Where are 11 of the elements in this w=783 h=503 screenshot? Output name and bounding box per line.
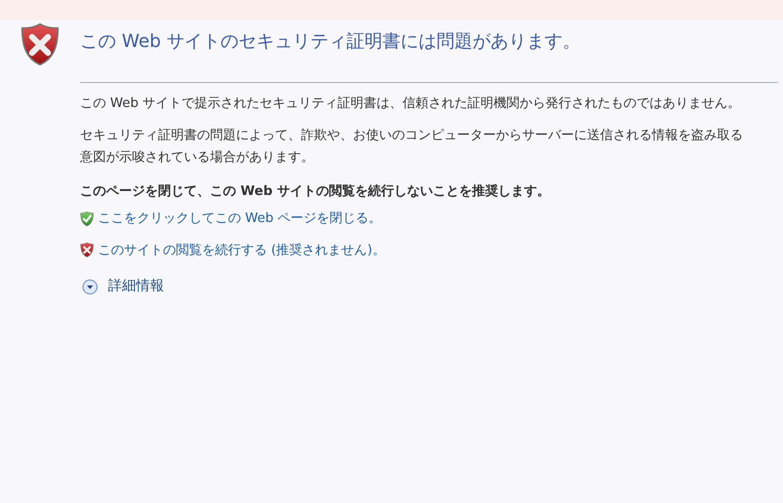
page-title: この Web サイトのセキュリティ証明書には問題があります。 (80, 30, 582, 54)
chevron-circle-icon (82, 278, 98, 294)
shield-x-icon (20, 22, 60, 67)
link[interactable]: このサイトの閲覧を続行する (推奨されません)。 (98, 240, 386, 260)
link[interactable]: ここをクリックしてこの Web ページを閉じる。 (98, 209, 382, 228)
shield-x-icon (80, 242, 94, 258)
shield-check-icon (80, 210, 94, 227)
recommendation: このページを閉じて、この Web サイトの閲覧を続行しないことを推奨します。 (80, 183, 552, 201)
paragraph: この Web サイトで提示されたセキュリティ証明書は、信頼された証明機関から発行されたものではありません。 (80, 95, 742, 113)
more-info-toggle[interactable]: 詳細情報 (82, 276, 164, 297)
paragraph: セキュリティ証明書の問題によって、詐欺や、お使いのコンピューターからサーバーに送信される情報を盗み取る意図が示唆されている場合があります。 (80, 127, 744, 167)
